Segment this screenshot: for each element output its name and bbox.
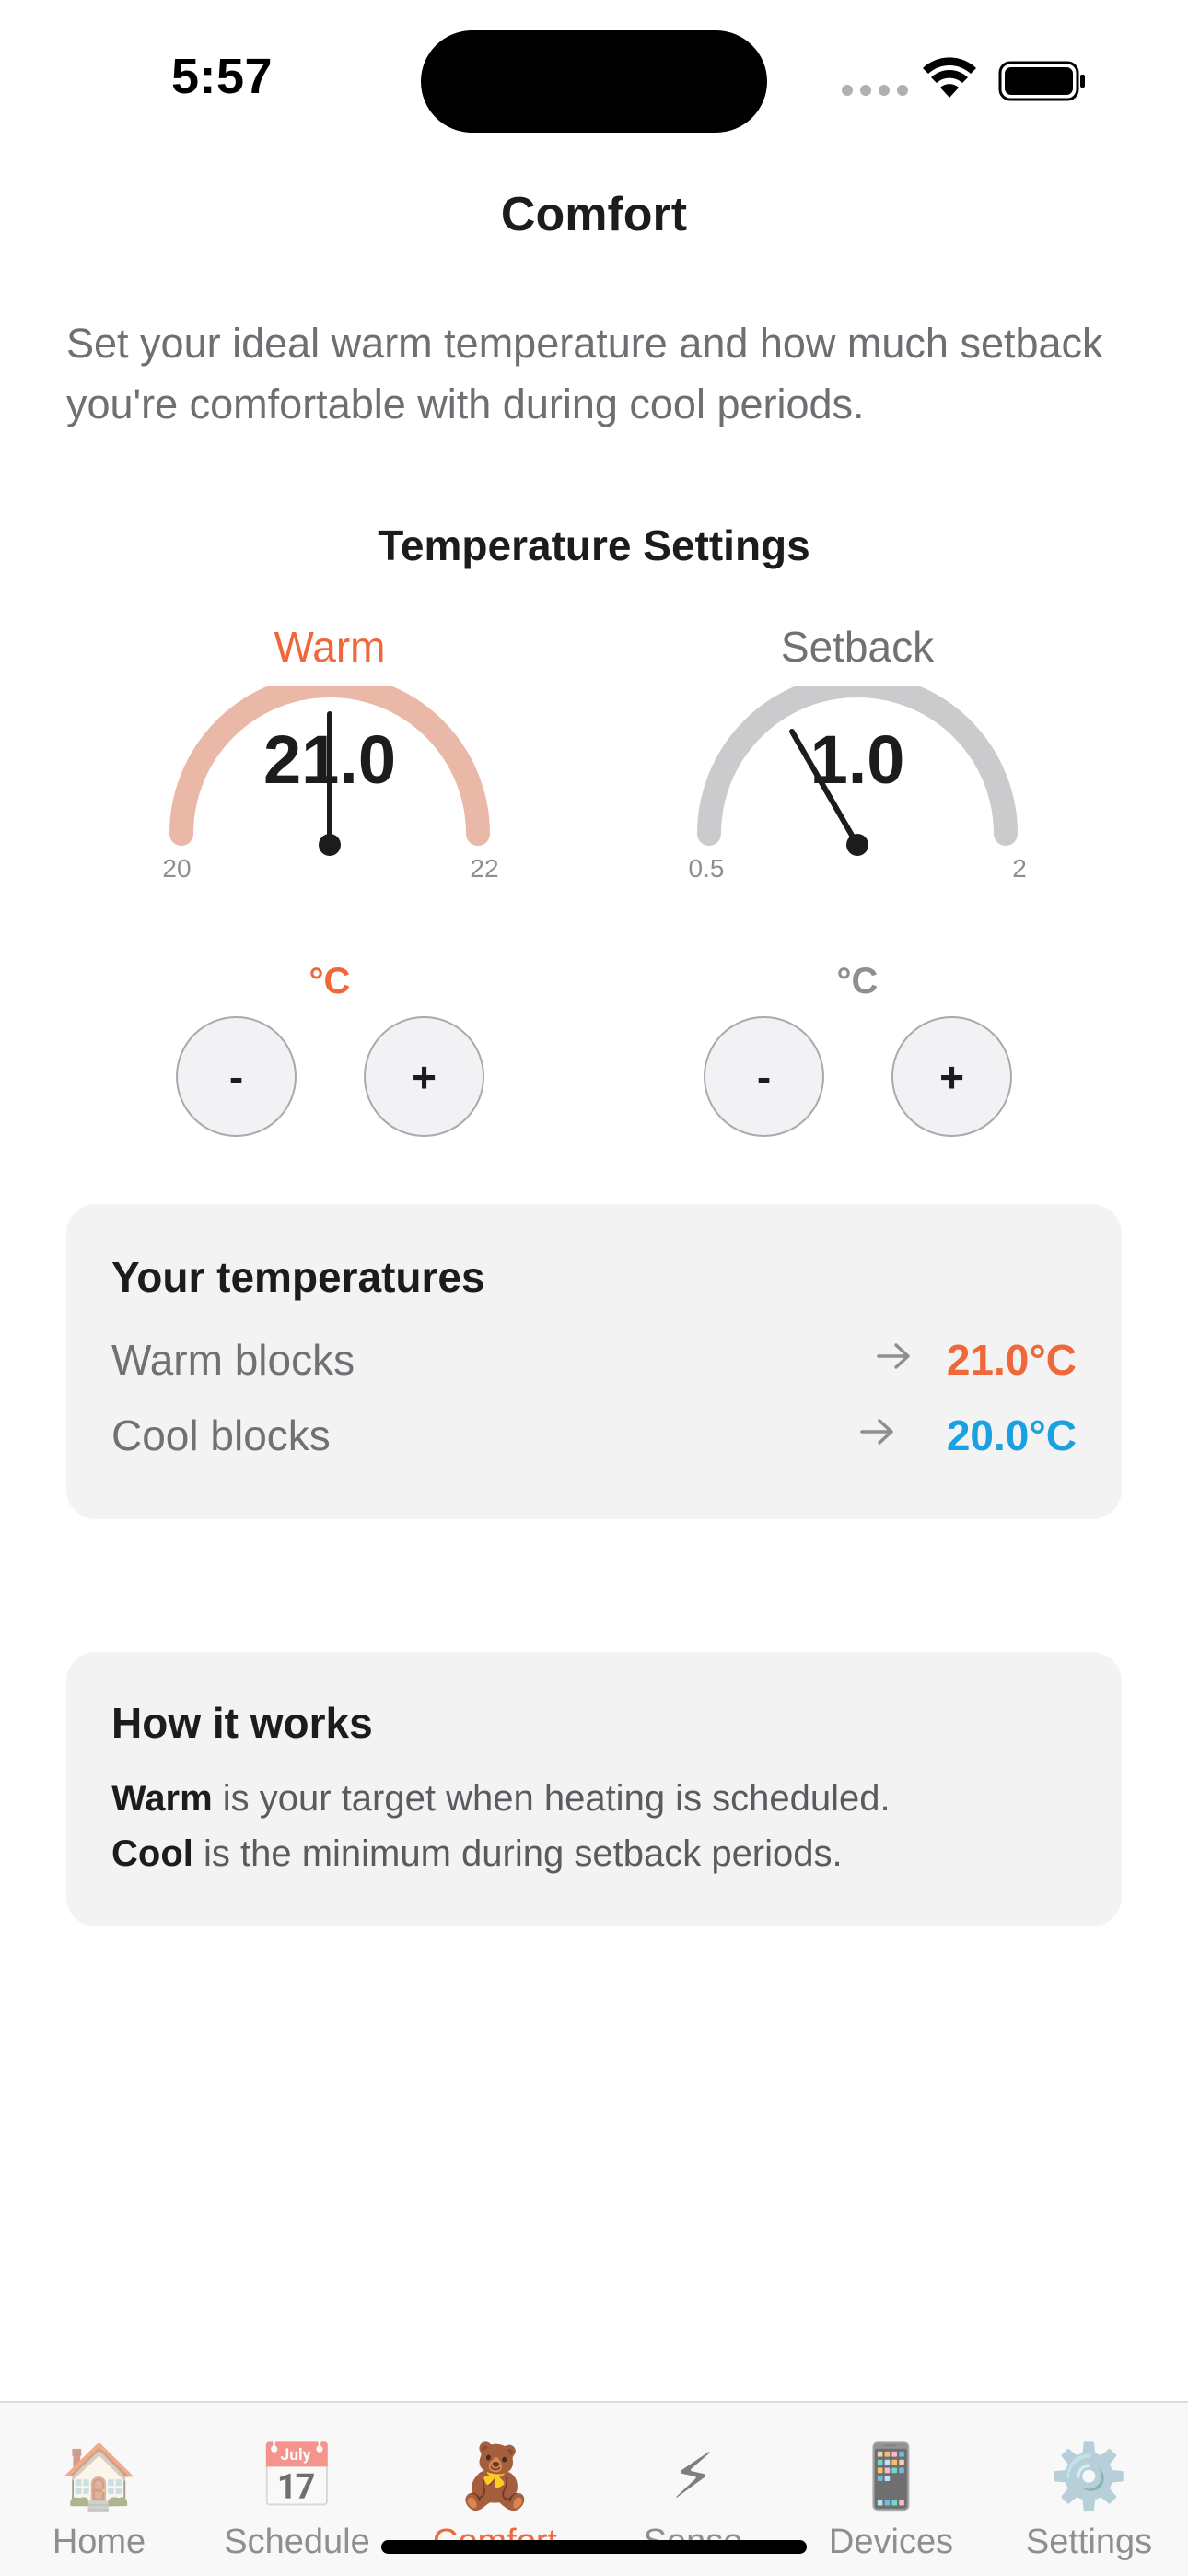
lightning-icon: ⚡ <box>670 2441 716 2512</box>
cool-blocks-label: Cool blocks <box>111 1411 331 1459</box>
how-it-works-title: How it works <box>111 1699 373 1747</box>
warm-unit-label: °C <box>309 961 351 1001</box>
setback-unit-label: °C <box>836 961 879 1001</box>
setback-decrease-button[interactable]: - <box>704 1016 824 1137</box>
arrow-right-icon <box>860 1419 893 1445</box>
cool-description: is the minimum during setback periods. <box>192 1833 843 1874</box>
setback-increase-button[interactable]: + <box>891 1016 1012 1137</box>
your-temperatures-title: Your temperatures <box>111 1253 485 1301</box>
warm-blocks-row: Warm blocks 21.0°C <box>111 1335 1077 1390</box>
temperature-settings-title: Temperature Settings <box>378 521 810 569</box>
warm-gauge-max-label: 22 <box>470 854 498 883</box>
how-it-works-line-cool: Cool is the minimum during setback perio… <box>111 1833 843 1875</box>
tab-settings-label: Settings <box>1025 2523 1153 2561</box>
cool-blocks-value: 20.0°C <box>946 1411 1077 1459</box>
tab-home[interactable]: 🏠 Home <box>0 2403 198 2576</box>
setback-gauge-min-label: 0.5 <box>689 854 725 883</box>
intro-text: Set your ideal warm temperature and how … <box>66 320 1103 427</box>
tab-schedule-label: Schedule <box>224 2523 370 2561</box>
your-temperatures-card: Your temperatures Warm blocks 21.0°C Coo… <box>66 1204 1122 1519</box>
cool-blocks-row: Cool blocks 20.0°C <box>111 1411 1077 1466</box>
tab-devices[interactable]: 📱 Devices <box>792 2403 990 2576</box>
tab-schedule[interactable]: 📅 Schedule <box>198 2403 396 2576</box>
how-it-works-line-warm: Warm is your target when heating is sche… <box>111 1778 891 1820</box>
home-indicator <box>381 2540 807 2554</box>
warm-gauge-label: Warm <box>274 623 386 671</box>
cool-term: Cool <box>111 1833 193 1874</box>
warm-term: Warm <box>111 1778 213 1819</box>
setback-gauge[interactable]: 1.0 0.5 2 <box>655 686 1060 926</box>
setback-gauge-max-label: 2 <box>1012 854 1027 883</box>
warm-gauge-pivot <box>319 834 341 856</box>
teddy-bear-icon: 🧸 <box>456 2441 534 2512</box>
warm-description: is your target when heating is scheduled… <box>212 1778 891 1819</box>
tab-home-label: Home <box>52 2523 146 2561</box>
setback-gauge-pivot <box>846 834 868 856</box>
warm-decrease-button[interactable]: - <box>176 1016 297 1137</box>
battery-icon <box>998 61 1085 101</box>
gear-icon: ⚙️ <box>1050 2441 1128 2512</box>
arrow-right-icon <box>877 1343 910 1369</box>
calendar-icon: 📅 <box>258 2441 336 2512</box>
warm-blocks-label: Warm blocks <box>111 1336 355 1384</box>
how-it-works-card: How it works Warm is your target when he… <box>66 1652 1122 1926</box>
phone-icon: 📱 <box>852 2441 930 2512</box>
tab-settings[interactable]: ⚙️ Settings <box>990 2403 1188 2576</box>
setback-gauge-label: Setback <box>780 623 935 671</box>
cellular-signal-icon <box>842 85 908 96</box>
wifi-icon <box>923 57 976 98</box>
page-title: Comfort <box>500 188 688 241</box>
warm-gauge[interactable]: 21.0 20 22 <box>127 686 532 926</box>
dynamic-island <box>421 30 767 133</box>
warm-gauge-min-label: 20 <box>162 854 191 883</box>
warm-increase-button[interactable]: + <box>364 1016 484 1137</box>
warm-blocks-value: 21.0°C <box>946 1336 1077 1384</box>
status-time: 5:57 <box>171 49 274 104</box>
tab-devices-label: Devices <box>828 2523 954 2561</box>
house-icon: 🏠 <box>60 2441 138 2512</box>
